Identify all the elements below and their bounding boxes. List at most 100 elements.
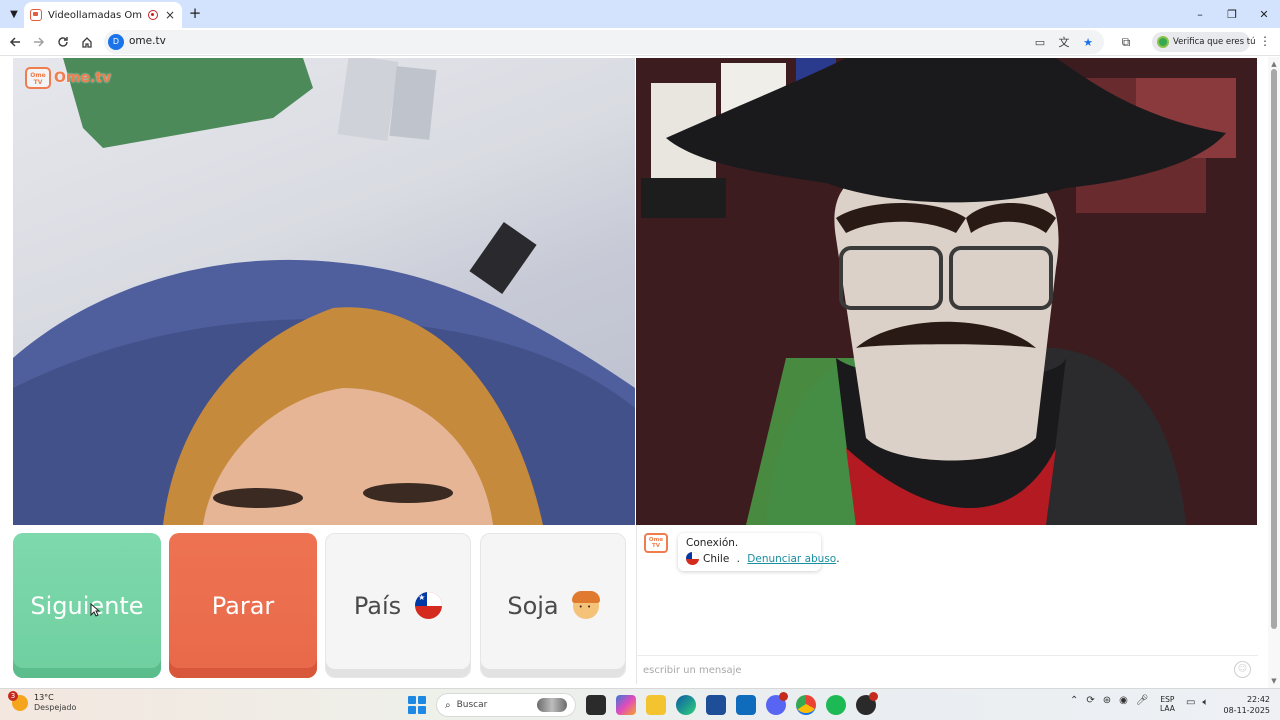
copilot-icon[interactable] [616, 695, 636, 715]
country-separator: . [733, 552, 744, 565]
back-arrow-icon[interactable] [5, 32, 25, 52]
verify-profile-chip[interactable]: Verifica que eres tú [1152, 32, 1256, 52]
stop-button-label: Parar [211, 591, 275, 620]
taskbar-clock[interactable]: 22:42 08-11-2025 [1222, 694, 1271, 716]
weather-description: Despejado [34, 703, 77, 712]
partner-country: Chile [703, 552, 730, 565]
windows-taskbar: 3 13°C Despejado ⌕ Buscar ⌃ ⟳ ⊛ ◉ 🎤︎ ESP [0, 688, 1280, 720]
edge-browser-icon[interactable] [676, 695, 696, 715]
search-highlight-image [537, 698, 567, 712]
country-button-label: País [353, 591, 402, 620]
weather-temperature: 13°C [34, 693, 54, 702]
weather-moon-icon: 3 [8, 691, 28, 711]
language-code: ESP [1160, 695, 1175, 704]
window-controls: – ❐ ✕ [1184, 0, 1280, 28]
chile-flag-small-icon [686, 552, 699, 565]
next-button-label: Siguiente [30, 591, 144, 620]
scroll-thumb[interactable] [1271, 69, 1277, 629]
active-tab[interactable]: Videollamadas OmeTV — A × [24, 2, 182, 28]
outlook-icon[interactable] [736, 695, 756, 715]
weather-widget[interactable]: 3 13°C Despejado [8, 691, 77, 713]
boy-emoji-icon [571, 590, 600, 619]
report-abuse-link[interactable]: Denunciar abuso [747, 553, 836, 565]
scroll-down-arrow-icon[interactable]: ▼ [1270, 677, 1278, 685]
close-tab-button[interactable]: × [164, 8, 176, 22]
emoji-picker-smiley-icon[interactable]: ☺ [1234, 661, 1251, 678]
recording-indicator-icon [148, 10, 158, 20]
local-camera-image [13, 58, 635, 525]
scroll-up-arrow-icon[interactable]: ▲ [1270, 60, 1278, 68]
keyboard-layout: LAA [1160, 704, 1175, 713]
extensions-puzzle-icon[interactable]: ⧉ [1118, 34, 1134, 50]
system-tray: ⌃ ⟳ ⊛ ◉ 🎤︎ [1070, 695, 1149, 706]
local-video-feed: Ome TV Ome.tv [13, 58, 635, 525]
store-icon[interactable] [706, 695, 726, 715]
search-icon: ⌕ [445, 699, 451, 711]
taskbar-search[interactable]: ⌕ Buscar [436, 693, 576, 717]
taskbar-search-label: Buscar [456, 700, 488, 710]
clock-time: 22:42 [1246, 695, 1270, 704]
stop-button[interactable]: Parar [169, 533, 317, 678]
microphone-icon[interactable]: 🎤︎ [1136, 695, 1149, 706]
remote-video-feed [636, 58, 1257, 525]
tab-title: Videollamadas OmeTV — A [48, 9, 142, 21]
volume-icon: 🔈︎ [1202, 697, 1209, 708]
ometv-favicon-icon [30, 9, 42, 21]
tab-strip: ▼ Videollamadas OmeTV — A × + – ❐ ✕ [0, 0, 1280, 28]
tray-overflow-chevron-icon[interactable]: ⌃ [1070, 695, 1078, 706]
reload-icon[interactable] [53, 32, 73, 52]
security-icon[interactable]: ◉ [1119, 695, 1128, 706]
country-filter-button[interactable]: País ★ [325, 533, 471, 678]
url-text: ome.tv [129, 35, 166, 47]
close-window-button[interactable]: ✕ [1248, 0, 1280, 28]
quick-settings[interactable]: ▭ 🔈︎ [1186, 697, 1208, 708]
minimize-button[interactable]: – [1184, 0, 1216, 28]
weather-badge: 3 [8, 691, 18, 701]
bookmark-star-icon[interactable]: ★ [1080, 34, 1096, 50]
page-scrollbar[interactable]: ▲ ▼ [1268, 57, 1280, 688]
next-button[interactable]: Siguiente [13, 533, 161, 678]
partner-info-line: Chile . Denunciar abuso . [686, 552, 840, 565]
forward-arrow-icon[interactable] [29, 32, 49, 52]
verify-chip-label: Verifica que eres tú [1173, 37, 1256, 47]
browser-toolbar: D ome.tv ▭ 文 ★ ⧉ Verifica que eres tú ⋮ [0, 28, 1280, 56]
browser-menu-kebab-icon[interactable]: ⋮ [1258, 34, 1272, 50]
chat-input-bar: ☺ [637, 655, 1258, 684]
page-content: Ome TV Ome.tv Siguiente Parar País ★ Soj… [0, 57, 1280, 688]
ometv-logo: Ome TV Ome.tv [25, 67, 111, 89]
install-app-icon[interactable]: ▭ [1032, 34, 1048, 50]
report-suffix: . [836, 552, 840, 565]
address-bar[interactable]: D ome.tv ▭ 文 ★ [104, 30, 1104, 54]
system-message-bubble: Conexión. Chile . Denunciar abuso . [678, 533, 840, 571]
file-explorer-icon[interactable] [646, 695, 666, 715]
chrome-icon[interactable] [796, 695, 816, 715]
network-shield-icon[interactable]: ⊛ [1103, 695, 1111, 706]
profile-avatar-icon [1157, 36, 1169, 48]
taskbar-apps: ⌕ Buscar [408, 692, 878, 717]
ometv-logo-badge: Ome TV [25, 67, 51, 89]
gender-button-label: Soja [507, 591, 559, 620]
restore-button[interactable]: ❐ [1216, 0, 1248, 28]
spotify-icon[interactable] [826, 695, 846, 715]
ometv-chat-avatar-icon: Ome TV [644, 533, 668, 553]
connection-message: Conexión. [686, 537, 739, 549]
remote-camera-image [636, 58, 1257, 525]
translate-icon[interactable]: 文 [1056, 34, 1072, 50]
tab-search-chevron-icon[interactable]: ▼ [4, 4, 24, 24]
home-icon[interactable] [77, 32, 97, 52]
mouse-cursor-icon [90, 603, 100, 617]
new-tab-button[interactable]: + [186, 5, 204, 23]
gender-filter-button[interactable]: Soja [480, 533, 626, 678]
obs-studio-icon[interactable] [856, 692, 878, 715]
sync-icon[interactable]: ⟳ [1086, 695, 1094, 706]
site-info-icon[interactable]: D [108, 34, 124, 50]
task-view-icon[interactable] [586, 695, 606, 715]
input-language-indicator[interactable]: ESP LAA [1160, 695, 1175, 713]
chat-panel: Ome TV Conexión. Chile . Denunciar abuso… [636, 525, 1258, 684]
display-icon: ▭ [1186, 697, 1196, 708]
chat-message-input[interactable] [643, 662, 1203, 679]
discord-icon[interactable] [766, 692, 788, 715]
windows-start-icon[interactable] [408, 696, 426, 714]
clock-date: 08-11-2025 [1223, 706, 1271, 715]
chile-flag-icon: ★ [415, 592, 443, 619]
